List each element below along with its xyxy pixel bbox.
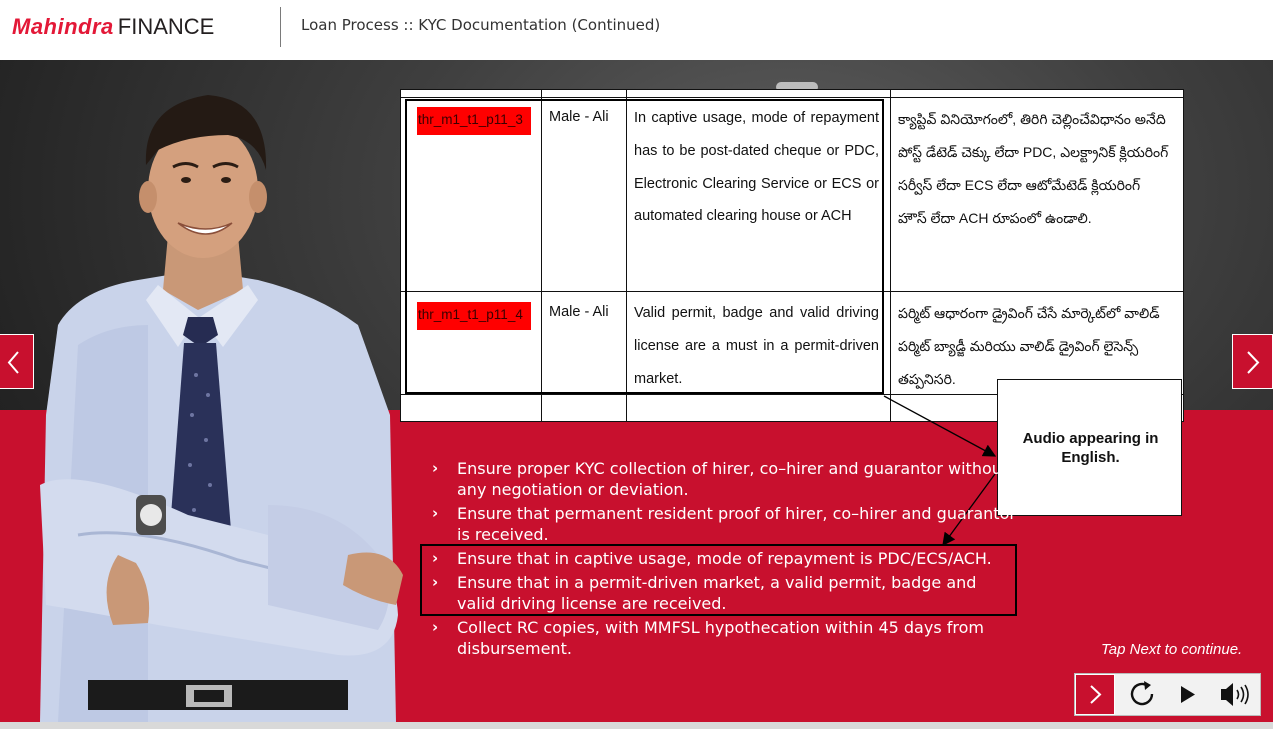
bullet-text: Ensure that permanent resident proof of … bbox=[457, 504, 1016, 544]
mahindra-finance-logo: Mahindra FINANCE bbox=[12, 14, 214, 40]
audio-callout: Audio appearing in English. bbox=[997, 379, 1182, 516]
presenter-illustration bbox=[40, 95, 403, 722]
row-telugu-text: క్యాప్టివ్ వినియోగంలో, తిరిగి చెల్లించేవ… bbox=[898, 111, 1169, 226]
logo-mahindra-text: Mahindra bbox=[12, 14, 114, 39]
player-controls bbox=[1074, 673, 1261, 716]
bullet-text: Ensure that in captive usage, mode of re… bbox=[457, 549, 992, 568]
play-icon bbox=[1181, 686, 1195, 703]
chevron-right-icon bbox=[1090, 685, 1102, 704]
chevron-right-icon bbox=[1247, 351, 1260, 374]
header-divider bbox=[280, 7, 281, 47]
speaker-icon bbox=[1221, 683, 1249, 706]
bullet-text: Collect RC copies, with MMFSL hypothecat… bbox=[457, 618, 984, 658]
bottom-border bbox=[0, 722, 1273, 729]
row-voice-cell: Male - Ali bbox=[549, 109, 609, 125]
row-voice-cell: Male - Ali bbox=[549, 304, 609, 320]
replay-button[interactable] bbox=[1121, 674, 1165, 715]
bullet-text: Ensure that in a permit-driven market, a… bbox=[457, 573, 977, 613]
previous-slide-button[interactable] bbox=[0, 334, 34, 389]
table-row-divider bbox=[401, 97, 1183, 98]
chevron-right-icon: › bbox=[432, 573, 439, 591]
row-id-cell: thr_m1_t1_p11_3 bbox=[417, 107, 531, 135]
chevron-left-icon bbox=[7, 351, 19, 374]
chevron-right-icon: › bbox=[432, 618, 439, 636]
table-column-divider bbox=[626, 90, 627, 421]
audio-button[interactable] bbox=[1209, 674, 1259, 715]
row-english-text: In captive usage, mode of repayment has … bbox=[634, 110, 879, 225]
replay-icon bbox=[1130, 681, 1154, 706]
chevron-right-icon: › bbox=[432, 549, 439, 567]
tap-next-hint: Tap Next to continue. bbox=[1101, 641, 1243, 658]
bullet-text: Ensure proper KYC collection of hirer, c… bbox=[457, 459, 1009, 499]
table-column-divider bbox=[541, 90, 542, 421]
table-row-divider bbox=[401, 291, 1183, 292]
callout-text: Audio appearing in English. bbox=[1022, 430, 1159, 466]
play-button[interactable] bbox=[1165, 674, 1209, 715]
header-bar: Mahindra FINANCE Loan Process :: KYC Docu… bbox=[0, 0, 1273, 60]
row-english-text: Valid permit, badge and valid driving li… bbox=[634, 305, 879, 387]
next-button[interactable] bbox=[1075, 674, 1115, 715]
table-column-divider bbox=[890, 90, 891, 421]
script-table: thr_m1_t1_p11_3 Male - Ali In captive us… bbox=[400, 89, 1184, 422]
chevron-right-icon: › bbox=[432, 504, 439, 522]
chevron-right-icon: › bbox=[432, 459, 439, 477]
page-title: Loan Process :: KYC Documentation (Conti… bbox=[301, 16, 661, 34]
logo-finance-text: FINANCE bbox=[117, 14, 215, 39]
row-id-cell: thr_m1_t1_p11_4 bbox=[417, 302, 531, 330]
next-slide-button[interactable] bbox=[1232, 334, 1273, 389]
